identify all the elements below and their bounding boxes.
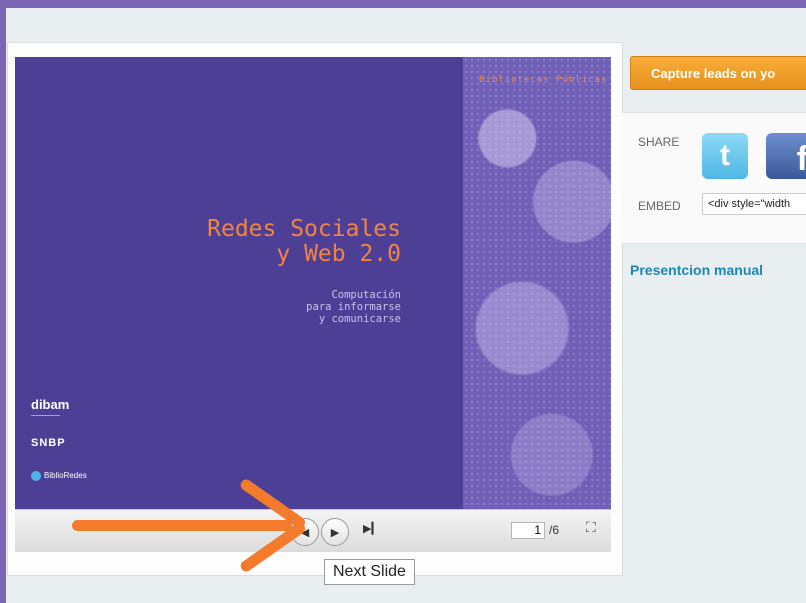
slide-subtitle: Computación para informarse y comunicars…	[306, 289, 401, 325]
page-total: /6	[549, 523, 560, 537]
embed-label: EMBED	[638, 199, 681, 213]
capture-leads-button[interactable]: Capture leads on yo	[630, 56, 806, 90]
facebook-share-button[interactable]: f	[766, 133, 806, 179]
play-button[interactable]: ▶	[321, 518, 349, 546]
slideshow-player: Bibliotecas Públicas Redes Sociales y We…	[7, 42, 623, 576]
facebook-icon: f	[796, 140, 806, 178]
share-label: SHARE	[638, 135, 680, 149]
next-slide-button[interactable]: ▶▎	[363, 522, 380, 535]
slide-view[interactable]: Bibliotecas Públicas Redes Sociales y We…	[15, 57, 611, 509]
slide-title-line1: Redes Sociales	[207, 216, 401, 242]
page-number-input[interactable]: 1	[511, 522, 545, 539]
fullscreen-button[interactable]: ⛶	[586, 519, 596, 536]
slide-title: Redes Sociales y Web 2.0	[207, 217, 401, 267]
biblioredes-logo: BiblioRedes	[31, 471, 87, 481]
share-panel: SHARE t f EMBED <div style="width	[622, 112, 806, 244]
play-icon: ▶	[330, 526, 340, 539]
slide-subtitle-line1: Computación	[331, 289, 401, 301]
dibam-logo: dibam ━━━━━━━━━━━━	[31, 397, 70, 418]
slide-tag: Bibliotecas Públicas	[479, 75, 608, 85]
biblioredes-icon	[31, 471, 41, 481]
next-slide-tooltip: Next Slide	[324, 559, 415, 585]
page: Bibliotecas Públicas Redes Sociales y We…	[6, 8, 806, 603]
related-presentation-link[interactable]: Presentcion manual	[630, 262, 763, 278]
slide-photo	[463, 57, 611, 509]
twitter-share-button[interactable]: t	[702, 133, 748, 179]
slide-subtitle-line2: para informarse	[306, 301, 401, 313]
snbp-logo: SNBP	[31, 437, 66, 449]
twitter-icon: t	[720, 139, 730, 172]
slide-subtitle-line3: y comunicarse	[318, 313, 401, 325]
embed-code-field[interactable]: <div style="width	[702, 193, 806, 215]
annotation-arrow	[72, 520, 292, 531]
skip-forward-icon: ▶▎	[363, 523, 380, 535]
fullscreen-icon: ⛶	[586, 519, 596, 535]
slide-title-line2: y Web 2.0	[276, 241, 401, 267]
